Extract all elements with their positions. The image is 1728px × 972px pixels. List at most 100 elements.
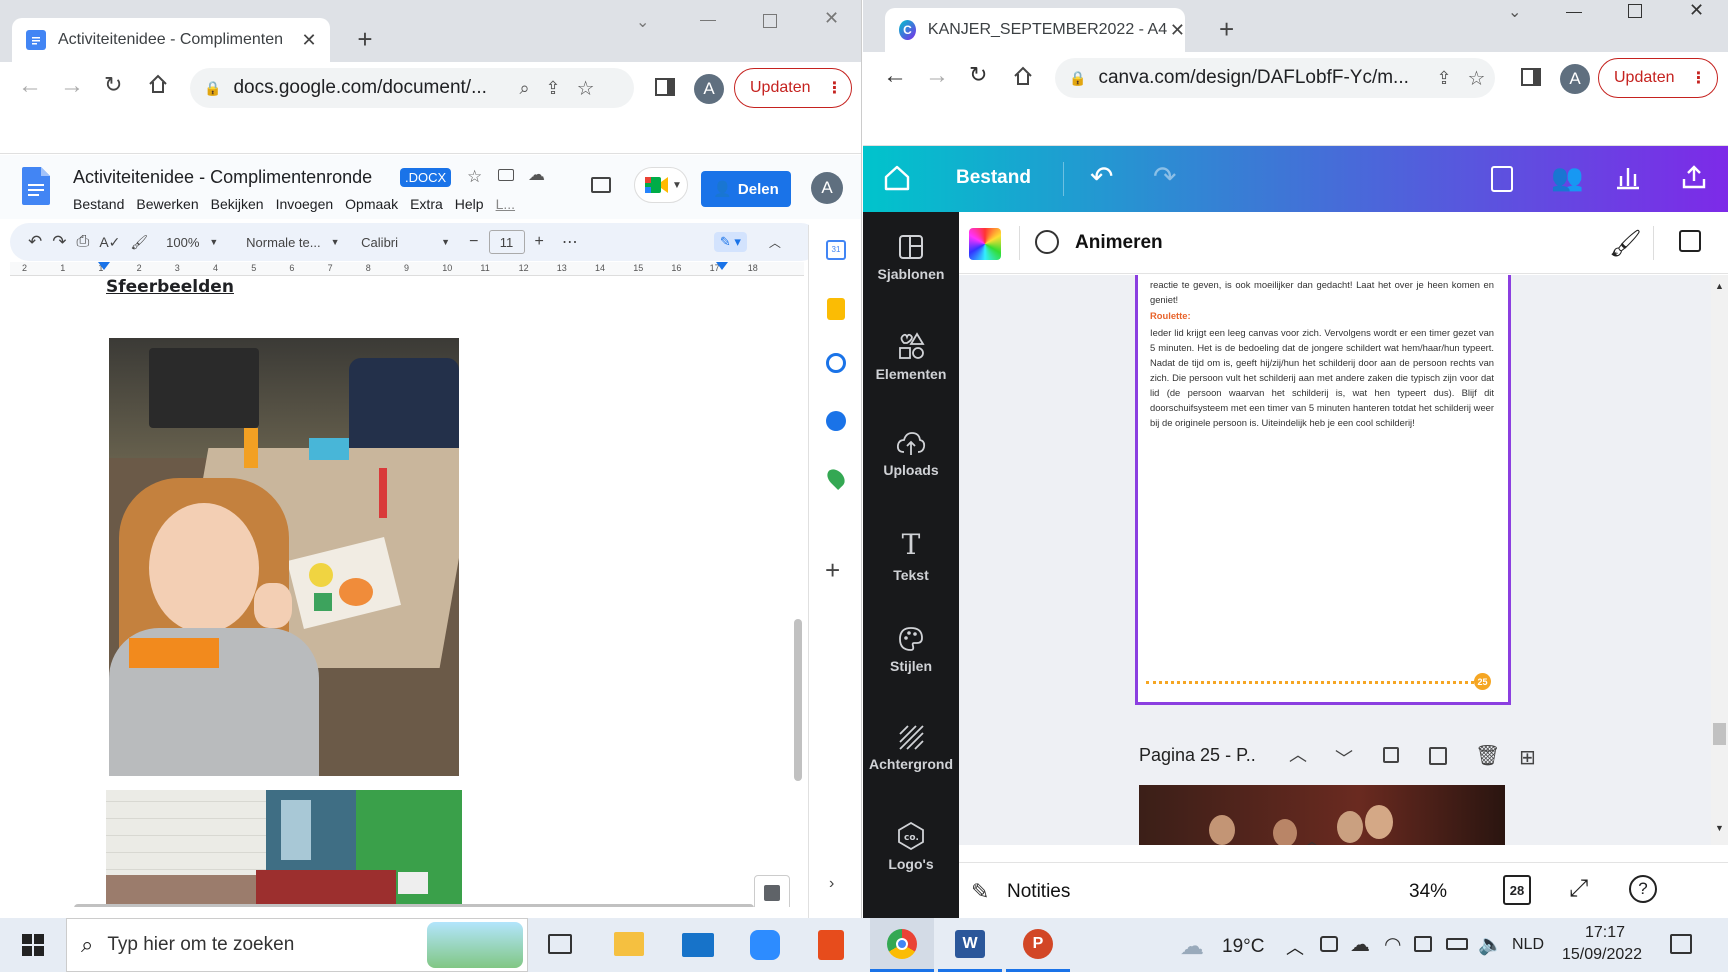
bookmark-star-icon[interactable]: ☆	[1468, 66, 1486, 91]
menu-view[interactable]: Bekijken	[211, 196, 264, 212]
expand-notes-icon[interactable]: ︿	[1305, 831, 1319, 845]
animate-icon[interactable]	[1035, 230, 1059, 254]
back-icon[interactable]: ←	[18, 72, 42, 100]
comments-icon[interactable]	[591, 177, 611, 193]
font-size-input[interactable]: 11	[488, 230, 525, 254]
meet-tray-icon[interactable]	[1320, 936, 1338, 952]
menu-tools[interactable]: Extra	[410, 196, 443, 212]
page-lock-icon[interactable]	[1383, 747, 1399, 763]
update-button[interactable]: Updaten ⋮	[734, 68, 852, 108]
scroll-down-icon[interactable]: ▼	[1715, 823, 1724, 833]
side-panel-expand-icon[interactable]: ›	[829, 875, 834, 893]
doc-title[interactable]: Activiteitenidee - Complimentenronde	[73, 167, 372, 188]
duplicate-page-icon[interactable]	[1429, 747, 1447, 765]
tasks-icon[interactable]	[826, 353, 846, 373]
reload-icon[interactable]: ↻	[104, 72, 122, 98]
font-select[interactable]: Calibri ▼	[361, 235, 459, 250]
volume-icon[interactable]: 🔈	[1478, 932, 1503, 957]
tab-search-icon[interactable]: ⌄	[1508, 2, 1521, 22]
side-panel-icon[interactable]	[655, 78, 675, 96]
chrome-taskbar-item[interactable]	[870, 918, 934, 972]
notifications-icon[interactable]	[1670, 934, 1692, 954]
menu-insert[interactable]: Invoegen	[276, 196, 334, 212]
office-icon[interactable]	[818, 930, 844, 960]
tab-search-icon[interactable]: ⌄	[636, 12, 649, 32]
design-page-24[interactable]: reactie te geven, is ook moeilijker dan …	[1135, 275, 1511, 705]
share-page-icon[interactable]: ⇪	[546, 78, 561, 99]
canva-tab[interactable]: C KANJER_SEPTEMBER2022 - A4 ✕	[885, 8, 1185, 52]
help-icon[interactable]: ?	[1629, 875, 1657, 903]
system-tray-app-icon[interactable]	[1414, 936, 1432, 952]
page-up-icon[interactable]: ︿	[1289, 741, 1307, 767]
forward-icon[interactable]: →	[60, 72, 84, 100]
doc-page[interactable]: Sfeerbeelden	[10, 277, 804, 907]
add-page-icon[interactable]: ⊞	[1519, 745, 1536, 770]
profile-avatar[interactable]: A	[1560, 64, 1590, 94]
taskbar-search[interactable]: ⌕ Typ hier om te zoeken	[66, 918, 528, 972]
animate-button[interactable]: Animeren	[1075, 232, 1163, 254]
side-panel-icon[interactable]	[1521, 68, 1541, 86]
sidebar-background[interactable]: Achtergrond	[863, 724, 959, 772]
close-window-icon[interactable]: ✕	[1689, 0, 1704, 21]
input-language[interactable]: NLD	[1512, 936, 1544, 954]
home-icon[interactable]	[1013, 66, 1033, 86]
close-window-icon[interactable]: ✕	[824, 8, 839, 29]
sidebar-uploads[interactable]: Uploads	[863, 430, 959, 478]
color-picker-swatch[interactable]	[969, 228, 1001, 260]
menu-edit[interactable]: Bewerken	[136, 196, 198, 212]
canva-vertical-scrollbar[interactable]: ▲ ▼	[1711, 275, 1728, 845]
keep-icon[interactable]	[827, 298, 845, 320]
zoom-value[interactable]: 34%	[1409, 881, 1447, 903]
minimize-icon[interactable]	[1566, 12, 1582, 13]
left-indent-marker-icon[interactable]	[98, 262, 110, 270]
docs-logo-icon[interactable]	[22, 167, 50, 205]
profile-avatar[interactable]: A	[694, 74, 724, 104]
docs-account-avatar[interactable]: A	[811, 172, 843, 204]
share-people-icon[interactable]: 👥	[1551, 162, 1583, 193]
clock-date[interactable]: 15/09/2022	[1562, 946, 1642, 964]
sidebar-elements[interactable]: Elementen	[863, 332, 959, 382]
maximize-icon[interactable]	[763, 14, 777, 28]
paint-format-icon[interactable]: 🖌	[130, 234, 148, 251]
page-down-icon[interactable]: ﹀	[1335, 745, 1353, 771]
doc-photo-room[interactable]	[106, 790, 462, 907]
upload-share-icon[interactable]	[1681, 164, 1707, 190]
resize-icon[interactable]	[1491, 166, 1513, 192]
sidebar-styles[interactable]: Stijlen	[863, 626, 959, 674]
zoom-app-icon[interactable]	[750, 930, 780, 960]
right-indent-marker-icon[interactable]	[716, 262, 728, 270]
temperature[interactable]: 19°C	[1222, 936, 1264, 958]
maps-icon[interactable]	[823, 465, 849, 491]
sidebar-templates[interactable]: Sjablonen	[863, 234, 959, 282]
tray-expand-icon[interactable]: ︿	[1286, 934, 1304, 960]
word-taskbar-item[interactable]: W	[938, 918, 1002, 972]
font-size-decrease[interactable]: −	[469, 233, 478, 251]
back-icon[interactable]: ←	[883, 62, 907, 90]
insights-chart-icon[interactable]	[1615, 164, 1641, 190]
page-count-badge[interactable]: 28	[1503, 875, 1531, 905]
canva-address-bar[interactable]: 🔒 canva.com/design/DAFLobfF-Yc/m... ⇪ ☆	[1055, 58, 1495, 98]
add-app-icon[interactable]: +	[825, 555, 840, 586]
copy-style-icon[interactable]: 🖌	[1609, 228, 1642, 259]
docs-vertical-scrollbar[interactable]	[794, 619, 802, 781]
docs-horizontal-scrollbar[interactable]	[74, 904, 754, 907]
close-tab-icon[interactable]: ✕	[300, 30, 318, 51]
star-icon[interactable]: ☆	[467, 167, 482, 187]
print-icon[interactable]: ⎙	[77, 233, 90, 251]
task-view-icon[interactable]	[548, 934, 572, 954]
scroll-up-icon[interactable]: ▲	[1715, 281, 1724, 291]
zoom-icon[interactable]: ⌕	[519, 78, 529, 99]
move-folder-icon[interactable]	[498, 169, 514, 181]
menu-help[interactable]: Help	[455, 196, 484, 212]
docs-address-bar[interactable]: 🔒 docs.google.com/document/... ⌕ ⇪ ☆	[190, 68, 634, 108]
editing-mode-icon[interactable]: ✎ ▾	[713, 232, 747, 252]
mail-icon[interactable]	[682, 933, 714, 957]
undo-icon[interactable]: ↶	[1090, 160, 1113, 193]
close-tab-icon[interactable]: ✕	[1170, 20, 1185, 41]
reload-icon[interactable]: ↻	[969, 62, 987, 88]
redo-icon[interactable]: ↷	[1153, 160, 1176, 193]
clock-time[interactable]: 17:17	[1585, 924, 1625, 942]
forward-icon[interactable]: →	[925, 62, 949, 90]
new-tab-icon[interactable]: +	[1219, 14, 1234, 45]
collapse-menus-icon[interactable]: ︿	[769, 234, 781, 251]
